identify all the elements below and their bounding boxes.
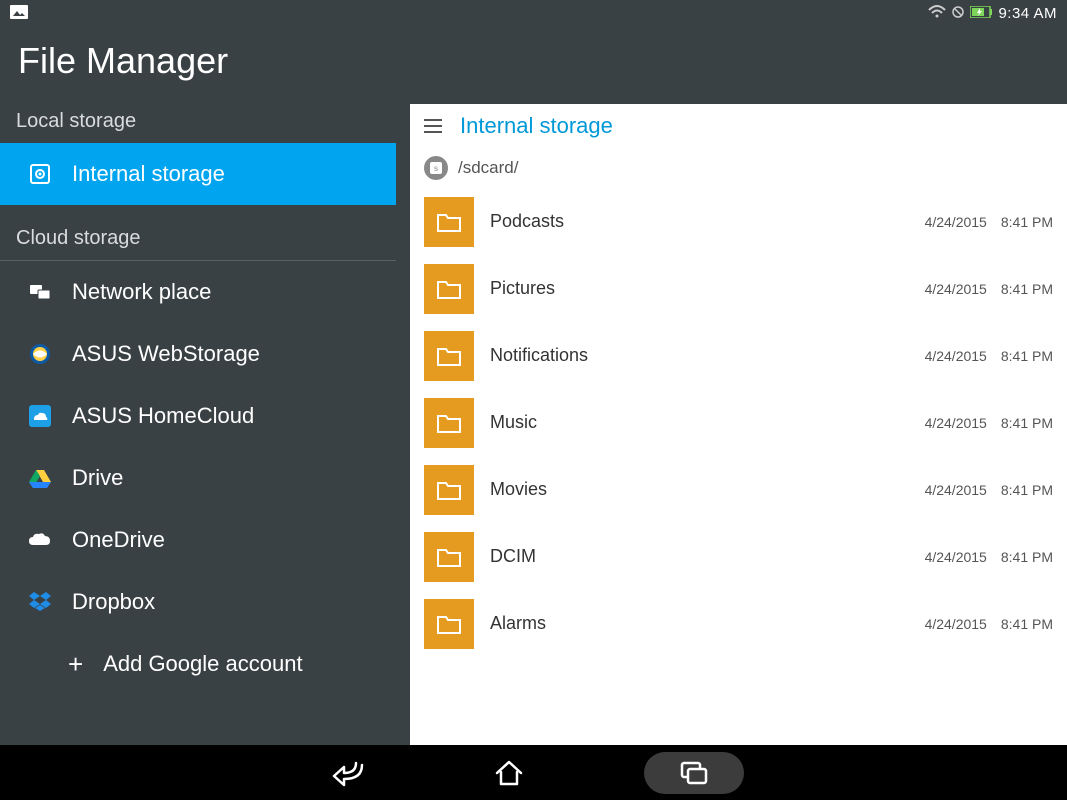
sidebar-item-internal-storage[interactable]: Internal storage: [0, 143, 396, 205]
file-name: Notifications: [490, 345, 925, 366]
onedrive-icon: [28, 528, 52, 552]
folder-icon: [424, 398, 474, 448]
sidebar-item-network-place[interactable]: Network place: [0, 261, 396, 323]
sidebar-item-label: Dropbox: [72, 589, 155, 615]
content-title: Internal storage: [460, 113, 613, 139]
file-list: Podcasts 4/24/2015 8:41 PM Pictures 4/24…: [410, 188, 1067, 745]
file-name: Movies: [490, 479, 925, 500]
android-screen: 9:34 AM File Manager Local storage Inter…: [0, 0, 1067, 800]
file-row[interactable]: Podcasts 4/24/2015 8:41 PM: [410, 188, 1067, 255]
asus-homecloud-icon: [28, 404, 52, 428]
status-bar: 9:34 AM: [0, 0, 1067, 26]
file-time: 8:41 PM: [1001, 549, 1053, 565]
sidebar-item-add-google-account[interactable]: + Add Google account: [0, 633, 396, 695]
sidebar-section-local: Local storage: [0, 104, 396, 143]
split-pane: Local storage Internal storage Cloud sto…: [0, 104, 1067, 745]
recent-apps-button[interactable]: [644, 752, 744, 794]
sidebar-item-label: Add Google account: [103, 651, 302, 677]
file-date: 4/24/2015: [925, 482, 987, 498]
file-row[interactable]: Notifications 4/24/2015 8:41 PM: [410, 322, 1067, 389]
svg-text:s: s: [434, 164, 438, 173]
file-date: 4/24/2015: [925, 549, 987, 565]
google-drive-icon: [28, 466, 52, 490]
file-time: 8:41 PM: [1001, 616, 1053, 632]
back-button[interactable]: [324, 753, 374, 793]
sidebar-item-drive[interactable]: Drive: [0, 447, 396, 509]
path-bar[interactable]: s /sdcard/: [410, 148, 1067, 188]
path-text: /sdcard/: [458, 158, 518, 178]
sidebar-section-cloud: Cloud storage: [0, 221, 396, 260]
file-name: Music: [490, 412, 925, 433]
folder-icon: [424, 465, 474, 515]
file-name: Alarms: [490, 613, 925, 634]
home-button[interactable]: [484, 753, 534, 793]
wifi-icon: [928, 5, 946, 22]
sync-off-icon: [952, 5, 964, 21]
file-date: 4/24/2015: [925, 281, 987, 297]
folder-icon: [424, 331, 474, 381]
content-header: Internal storage: [410, 104, 1067, 148]
content-panel: Internal storage s /sdcard/ Podcasts 4/2…: [410, 104, 1067, 745]
app-title: File Manager: [0, 26, 1067, 104]
file-time: 8:41 PM: [1001, 281, 1053, 297]
internal-storage-icon: [28, 162, 52, 186]
file-date: 4/24/2015: [925, 415, 987, 431]
file-row[interactable]: Movies 4/24/2015 8:41 PM: [410, 456, 1067, 523]
file-row[interactable]: Pictures 4/24/2015 8:41 PM: [410, 255, 1067, 322]
file-row[interactable]: Music 4/24/2015 8:41 PM: [410, 389, 1067, 456]
folder-icon: [424, 197, 474, 247]
sidebar-item-label: Drive: [72, 465, 123, 491]
file-date: 4/24/2015: [925, 616, 987, 632]
file-name: Pictures: [490, 278, 925, 299]
sidebar-item-label: OneDrive: [72, 527, 165, 553]
folder-icon: [424, 599, 474, 649]
network-icon: [28, 280, 52, 304]
sidebar: Local storage Internal storage Cloud sto…: [0, 104, 396, 745]
sidebar-item-label: ASUS HomeCloud: [72, 403, 254, 429]
file-time: 8:41 PM: [1001, 415, 1053, 431]
picture-icon: [10, 5, 28, 22]
sidebar-item-onedrive[interactable]: OneDrive: [0, 509, 396, 571]
battery-charging-icon: [970, 5, 992, 21]
sidebar-item-label: ASUS WebStorage: [72, 341, 260, 367]
file-name: Podcasts: [490, 211, 925, 232]
folder-icon: [424, 264, 474, 314]
asus-webstorage-icon: [28, 342, 52, 366]
file-row[interactable]: Alarms 4/24/2015 8:41 PM: [410, 590, 1067, 657]
app-body: File Manager Local storage Internal stor…: [0, 26, 1067, 745]
dropbox-icon: [28, 590, 52, 614]
file-date: 4/24/2015: [925, 348, 987, 364]
file-time: 8:41 PM: [1001, 214, 1053, 230]
sidebar-item-asus-homecloud[interactable]: ASUS HomeCloud: [0, 385, 396, 447]
file-row[interactable]: DCIM 4/24/2015 8:41 PM: [410, 523, 1067, 590]
file-date: 4/24/2015: [925, 214, 987, 230]
sidebar-item-label: Internal storage: [72, 161, 225, 187]
navigation-bar: [0, 745, 1067, 800]
clock-text: 9:34 AM: [998, 5, 1057, 22]
file-name: DCIM: [490, 546, 925, 567]
sidebar-item-dropbox[interactable]: Dropbox: [0, 571, 396, 633]
sidebar-item-label: Network place: [72, 279, 211, 305]
plus-icon: +: [68, 649, 83, 680]
file-time: 8:41 PM: [1001, 348, 1053, 364]
sidebar-item-asus-webstorage[interactable]: ASUS WebStorage: [0, 323, 396, 385]
sdcard-icon: s: [424, 156, 448, 180]
folder-icon: [424, 532, 474, 582]
hamburger-icon[interactable]: [424, 119, 442, 133]
file-time: 8:41 PM: [1001, 482, 1053, 498]
